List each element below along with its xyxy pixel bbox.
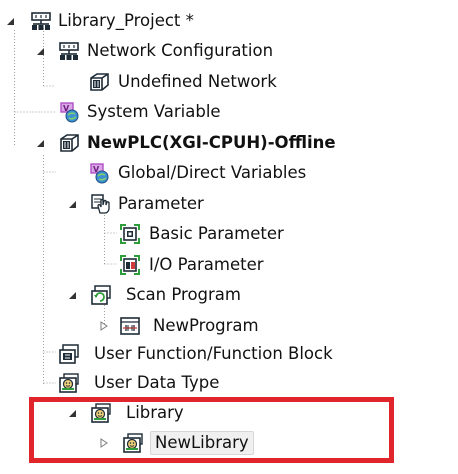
expanded-toggle-icon[interactable] bbox=[4, 15, 16, 27]
tree-node-label[interactable]: NewProgram bbox=[153, 315, 259, 337]
tree-node-label[interactable]: Scan Program bbox=[126, 284, 241, 306]
new-library-icon bbox=[123, 433, 143, 453]
plc-cube-icon bbox=[90, 73, 109, 91]
project-network-icon bbox=[31, 12, 51, 30]
tree-node-io-parameter[interactable]: I/O Parameter bbox=[0, 250, 458, 280]
system-variable-icon: V bbox=[60, 102, 79, 123]
tree-node-newlibrary[interactable]: NewLibrary bbox=[0, 428, 458, 458]
function-block-icon bbox=[59, 344, 79, 364]
tree-node-label[interactable]: NewPLC(XGI-CPUH)-Offline bbox=[87, 132, 336, 154]
project-tree: Library_Project * Network Configuration bbox=[0, 0, 458, 474]
tree-node-basic-parameter[interactable]: Basic Parameter bbox=[0, 219, 458, 249]
tree-node-user-function-block[interactable]: User Function/Function Block bbox=[0, 339, 458, 369]
tree-node-parameter[interactable]: Parameter bbox=[0, 189, 458, 219]
tree-node-label[interactable]: Basic Parameter bbox=[149, 223, 284, 245]
tree-node-label[interactable]: Network Configuration bbox=[87, 40, 273, 62]
parameter-hand-icon bbox=[91, 194, 110, 214]
tree-node-library[interactable]: Library bbox=[0, 398, 458, 428]
data-type-icon bbox=[59, 373, 79, 393]
tree-node-global-direct-variables[interactable]: V Global/Direct Variables bbox=[0, 158, 458, 188]
tree-node-user-data-type[interactable]: User Data Type bbox=[0, 368, 458, 398]
plc-cube-icon bbox=[60, 134, 79, 152]
io-parameter-icon bbox=[120, 255, 140, 275]
tree-node-library-project[interactable]: Library_Project * bbox=[0, 6, 458, 36]
tree-node-undefined-network[interactable]: Undefined Network bbox=[0, 67, 458, 97]
tree-node-scan-program[interactable]: Scan Program bbox=[0, 280, 458, 310]
tree-node-label[interactable]: Undefined Network bbox=[118, 71, 277, 93]
expanded-toggle-icon[interactable] bbox=[66, 198, 78, 210]
library-icon bbox=[91, 403, 111, 423]
scan-program-icon bbox=[91, 285, 111, 305]
tree-node-label[interactable]: I/O Parameter bbox=[149, 254, 264, 276]
tree-node-system-variable[interactable]: V System Variable bbox=[0, 97, 458, 127]
basic-parameter-icon bbox=[120, 224, 140, 244]
expanded-toggle-icon[interactable] bbox=[66, 289, 78, 301]
collapsed-toggle-icon[interactable] bbox=[98, 320, 110, 332]
tree-node-label[interactable]: System Variable bbox=[87, 101, 221, 123]
tree-node-newplc[interactable]: NewPLC(XGI-CPUH)-Offline bbox=[0, 128, 458, 158]
expanded-toggle-icon[interactable] bbox=[34, 137, 46, 149]
collapsed-toggle-icon[interactable] bbox=[98, 437, 110, 449]
tree-node-label[interactable]: User Function/Function Block bbox=[94, 343, 333, 365]
tree-node-label[interactable]: Library_Project * bbox=[58, 10, 194, 32]
tree-node-label[interactable]: Library bbox=[126, 402, 184, 424]
tree-node-label[interactable]: User Data Type bbox=[94, 372, 219, 394]
network-config-icon bbox=[59, 42, 79, 60]
tree-node-label[interactable]: Global/Direct Variables bbox=[118, 162, 306, 184]
tree-node-label[interactable]: NewLibrary bbox=[150, 431, 254, 455]
tree-node-label[interactable]: Parameter bbox=[118, 193, 204, 215]
tree-node-newprogram[interactable]: NewProgram bbox=[0, 311, 458, 341]
expanded-toggle-icon[interactable] bbox=[34, 45, 46, 57]
expanded-toggle-icon[interactable] bbox=[66, 407, 78, 419]
tree-node-network-configuration[interactable]: Network Configuration bbox=[0, 36, 458, 66]
global-variable-icon: V bbox=[90, 163, 109, 184]
program-icon bbox=[120, 317, 140, 335]
